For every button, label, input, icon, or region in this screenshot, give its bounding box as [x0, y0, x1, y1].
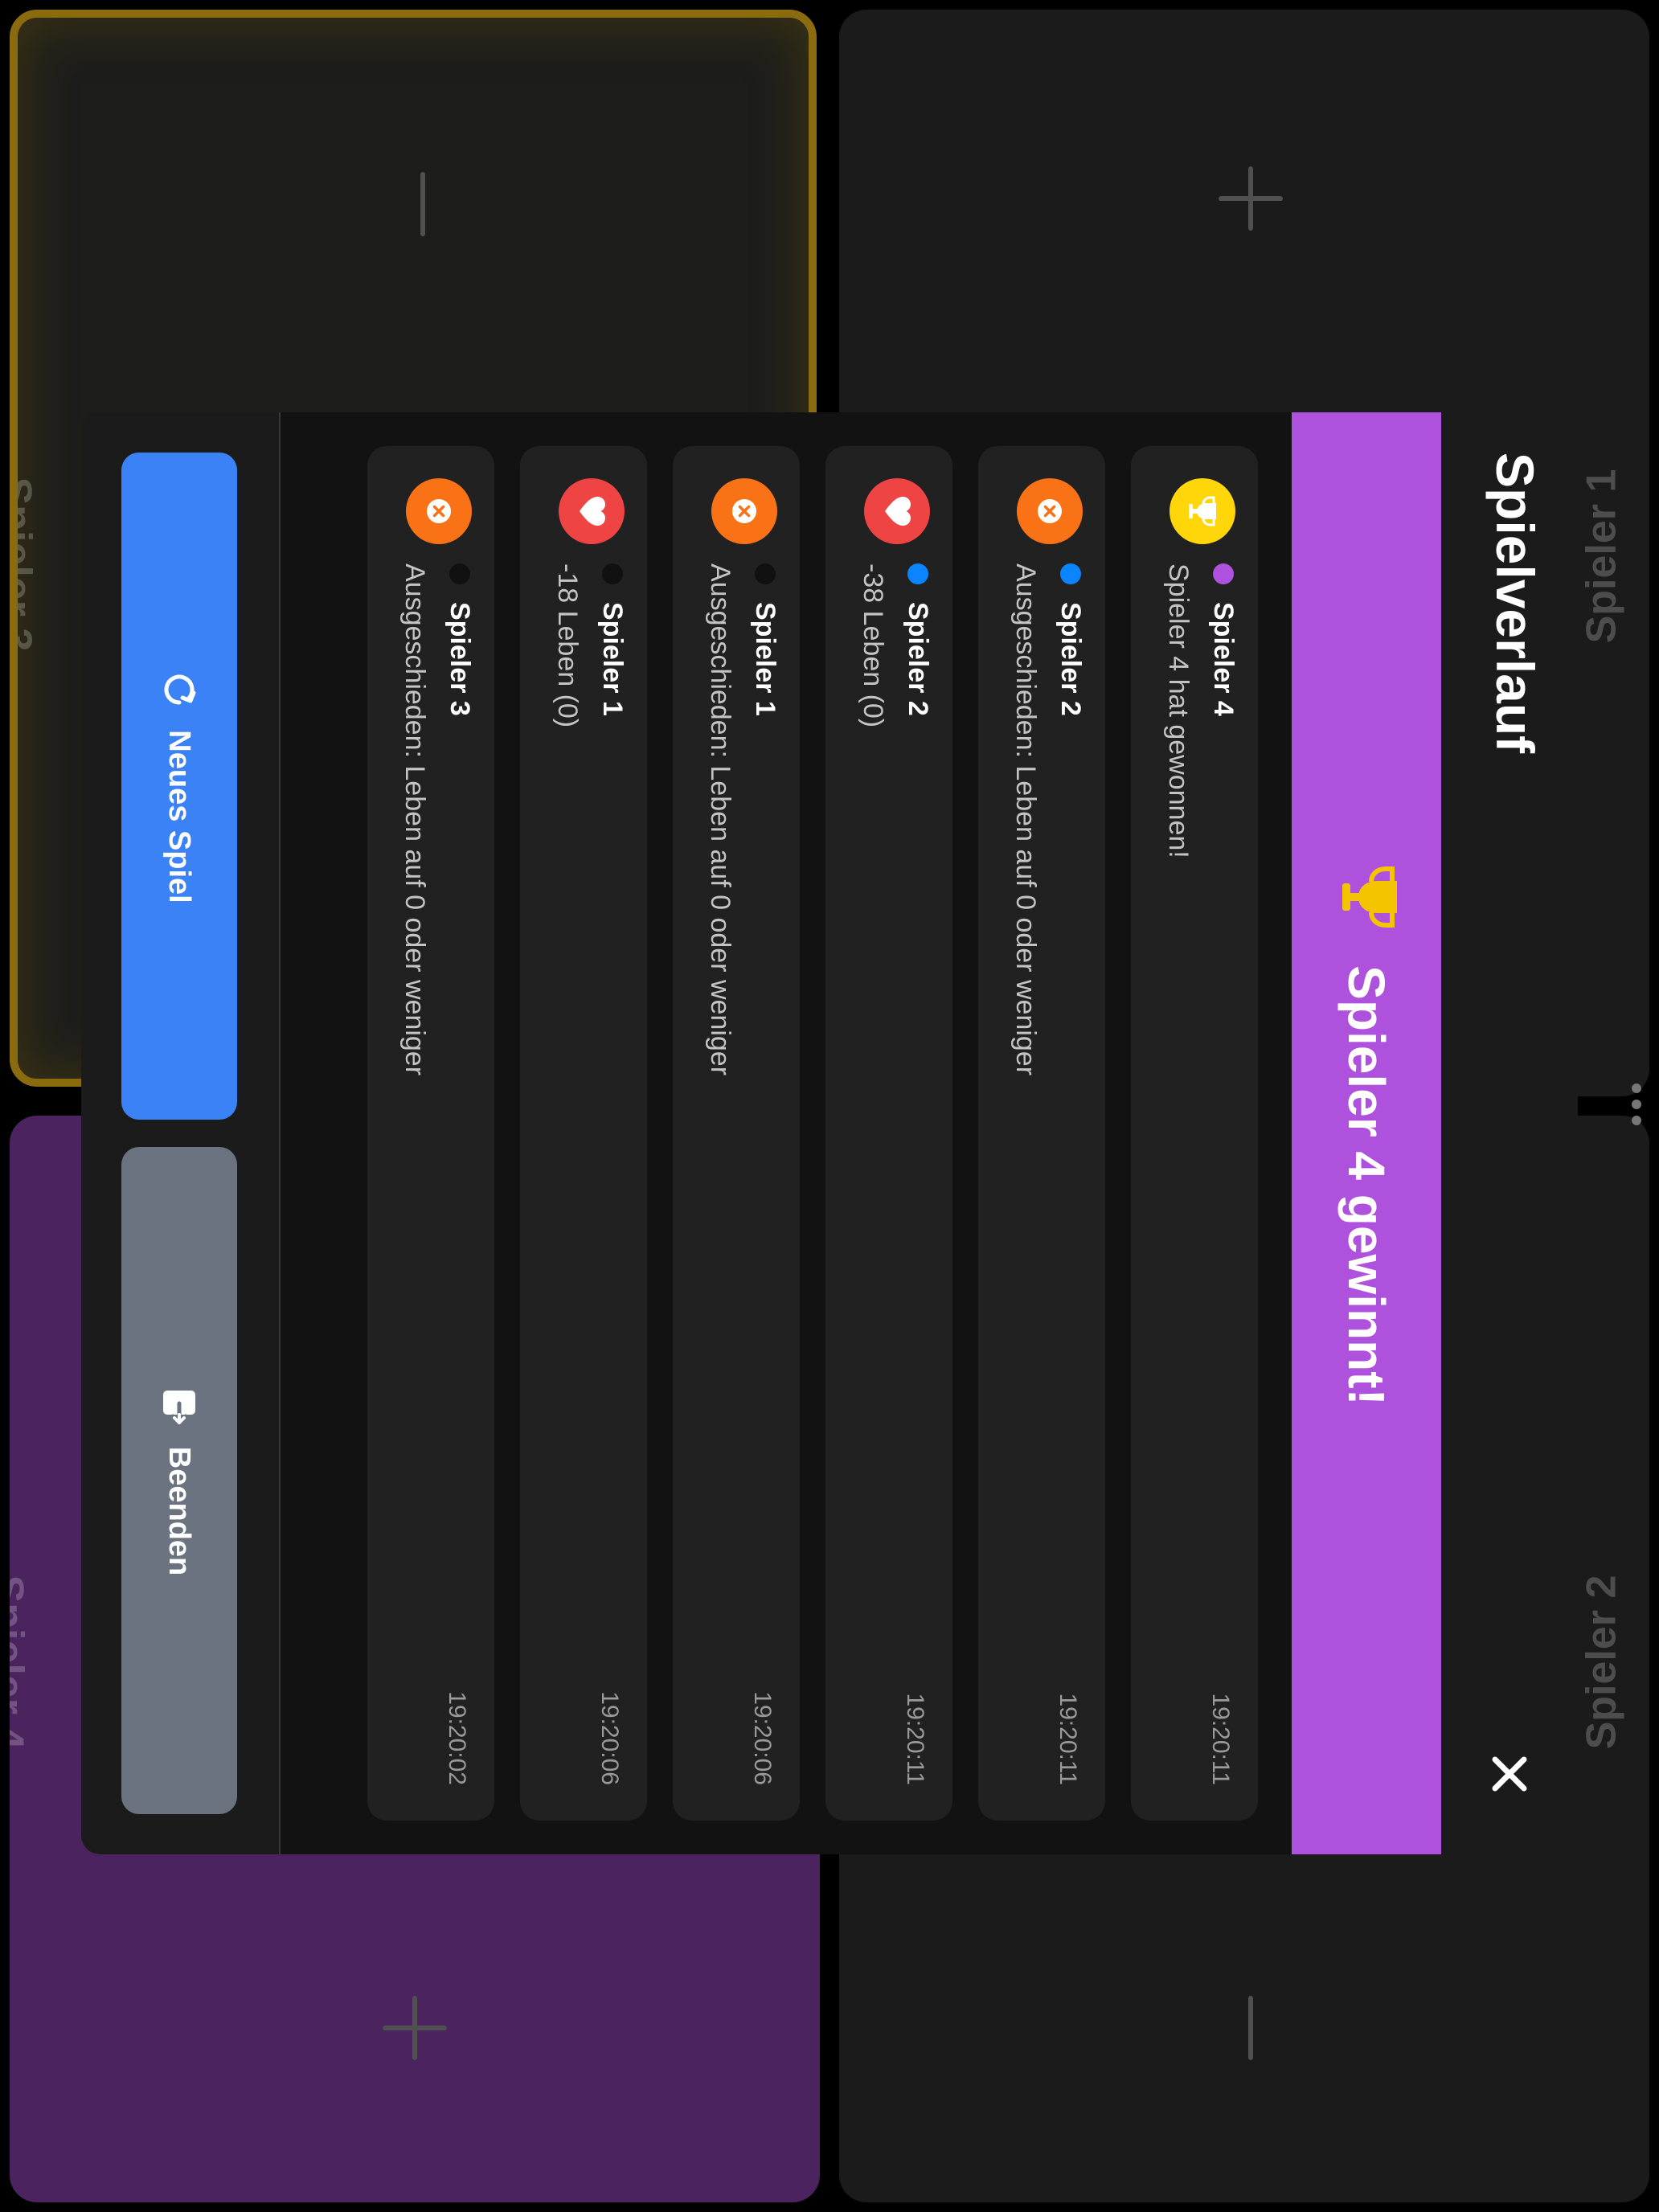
- entry-timestamp: 19:20:02: [444, 1691, 470, 1785]
- modal-footer: Neues Spiel Beenden: [81, 412, 281, 1854]
- history-entry: Spieler 1 Ausgeschieden: Leben auf 0 oder…: [673, 446, 800, 1821]
- entry-player-name: Spieler 4: [1208, 602, 1239, 716]
- entry-description: Ausgeschieden: Leben auf 0 oder weniger: [705, 563, 735, 1076]
- player-color-dot: [907, 563, 928, 584]
- player-color-dot: [1060, 563, 1081, 584]
- heart-icon: [864, 478, 930, 544]
- minus-icon[interactable]: [1219, 1996, 1283, 2060]
- trophy-icon: [1169, 478, 1235, 544]
- entry-description: -38 Leben (0): [858, 563, 888, 728]
- winner-text: Spieler 4 gewinnt!: [1337, 965, 1395, 1406]
- trophy-icon: [1342, 866, 1397, 928]
- history-entry: Spieler 3 Ausgeschieden: Leben auf 0 oder…: [367, 446, 494, 1821]
- new-game-button[interactable]: Neues Spiel: [121, 453, 237, 1120]
- plus-icon[interactable]: [383, 1996, 447, 2060]
- end-game-button[interactable]: Beenden: [121, 1147, 237, 1814]
- entry-timestamp: 19:20:11: [1055, 1693, 1081, 1785]
- entry-description: Ausgeschieden: Leben auf 0 oder weniger: [1010, 563, 1041, 1076]
- history-entry: Spieler 1 -18 Leben (0) 19:20:06: [520, 446, 647, 1821]
- modal-header: Spielverlauf: [1441, 412, 1578, 1854]
- player-color-dot: [755, 563, 776, 584]
- entry-player-name: Spieler 1: [750, 602, 780, 716]
- entry-timestamp: 19:20:06: [749, 1691, 776, 1785]
- entry-timestamp: 19:20:11: [1207, 1693, 1234, 1785]
- player-name: Spieler 3: [10, 477, 40, 652]
- player-name: Spieler 2: [1578, 1575, 1625, 1750]
- end-game-label: Beenden: [162, 1446, 197, 1576]
- player-name: Spieler 4: [10, 1575, 32, 1750]
- modal-title: Spielverlauf: [1485, 453, 1545, 754]
- heart-icon: [559, 478, 625, 544]
- game-history-modal: Spielverlauf Spieler 4 gewinnt! Spieler …: [81, 412, 1578, 1854]
- player-color-dot: [449, 563, 470, 584]
- entry-timestamp: 19:20:06: [596, 1691, 623, 1785]
- entry-timestamp: 19:20:11: [902, 1693, 928, 1785]
- close-icon: [1492, 1756, 1527, 1792]
- x-circle-icon: [711, 478, 777, 544]
- entry-player-name: Spieler 1: [597, 602, 628, 716]
- close-button[interactable]: [1477, 1742, 1542, 1806]
- player-name: Spieler 1: [1578, 469, 1625, 644]
- entry-player-name: Spieler 3: [444, 602, 475, 716]
- entry-description: -18 Leben (0): [552, 563, 583, 728]
- more-options-icon[interactable]: [1632, 1083, 1643, 1129]
- exit-icon: [163, 1390, 195, 1425]
- x-circle-icon: [1017, 478, 1083, 544]
- entry-description: Ausgeschieden: Leben auf 0 oder weniger: [399, 563, 430, 1076]
- minus-icon[interactable]: [391, 172, 455, 236]
- entry-description: Spieler 4 hat gewonnen!: [1163, 563, 1194, 858]
- history-entry: Spieler 2 Ausgeschieden: Leben auf 0 oder…: [978, 446, 1105, 1821]
- player-color-dot: [1213, 563, 1234, 584]
- winner-banner: Spieler 4 gewinnt!: [1292, 412, 1441, 1854]
- refresh-icon: [164, 674, 196, 705]
- plus-icon[interactable]: [1219, 166, 1283, 231]
- entry-player-name: Spieler 2: [903, 602, 933, 716]
- history-list-container[interactable]: Spieler 4 Spieler 4 hat gewonnen! 19:20:11…: [281, 412, 1292, 1854]
- player-color-dot: [602, 563, 623, 584]
- x-circle-icon: [406, 478, 472, 544]
- entry-player-name: Spieler 2: [1055, 602, 1086, 716]
- history-list: Spieler 4 Spieler 4 hat gewonnen! 19:20:11…: [342, 446, 1258, 1821]
- history-entry: Spieler 2 -38 Leben (0) 19:20:11: [825, 446, 952, 1821]
- new-game-label: Neues Spiel: [162, 730, 197, 903]
- history-entry: Spieler 4 Spieler 4 hat gewonnen! 19:20:11: [1131, 446, 1258, 1821]
